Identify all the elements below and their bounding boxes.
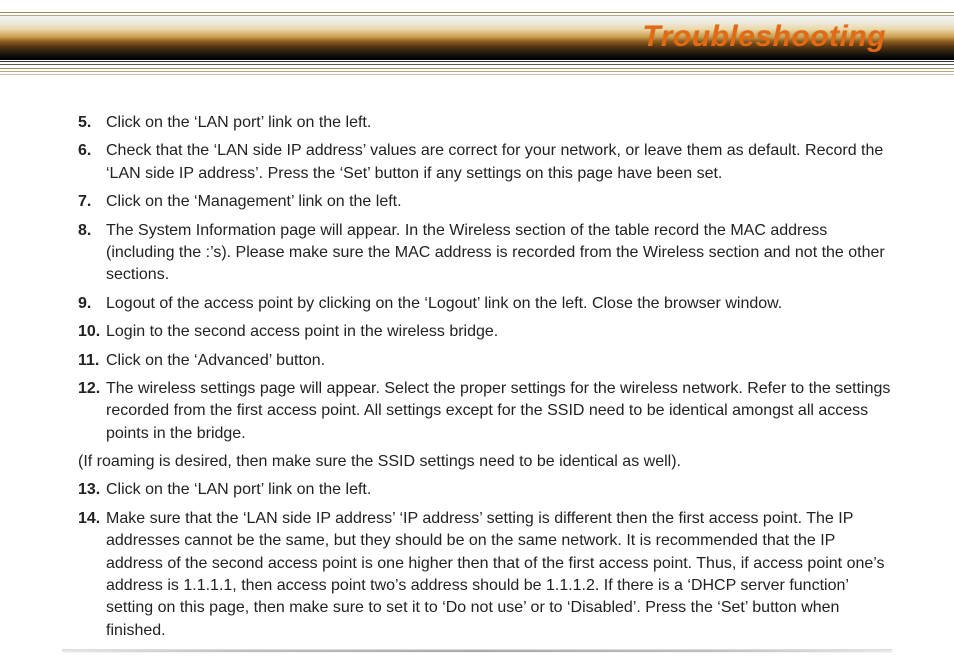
page: Troubleshooting 5. Click on the ‘LAN por… [0,0,954,661]
list-item: 8. The System Information page will appe… [78,220,892,287]
item-text: Login to the second access point in the … [106,323,498,340]
item-number: 10. [78,321,100,343]
section-title: Troubleshooting [642,20,886,54]
item-number: 13. [78,479,100,501]
item-text: The System Information page will appear.… [106,222,885,284]
list-item: 12. The wireless settings page will appe… [78,378,892,445]
item-number: 12. [78,378,100,400]
header-rule [0,68,954,69]
item-number: 6. [78,140,91,162]
item-text: The wireless settings page will appear. … [106,380,890,442]
header-rule [0,74,954,75]
list-item: 10. Login to the second access point in … [78,321,892,343]
list-item: 13. Click on the ‘LAN port’ link on the … [78,479,892,501]
note-text: (If roaming is desired, then make sure t… [78,451,892,473]
header-rule [0,71,954,72]
item-text: Click on the ‘LAN port’ link on the left… [106,114,371,131]
item-text: Click on the ‘Management’ link on the le… [106,193,402,210]
item-number: 14. [78,508,100,530]
header-rule [0,61,954,62]
list-item: 14. Make sure that the ‘LAN side IP addr… [78,508,892,642]
item-text: Logout of the access point by clicking o… [106,295,782,312]
item-text: Check that the ‘LAN side IP address’ val… [106,142,883,181]
list-item: 11. Click on the ‘Advanced’ button. [78,350,892,372]
item-text: Click on the ‘LAN port’ link on the left… [106,481,371,498]
item-number: 11. [78,350,99,372]
list-item: 7. Click on the ‘Management’ link on the… [78,191,892,213]
item-text: Click on the ‘Advanced’ button. [106,352,325,369]
item-number: 7. [78,191,91,213]
body-text: 5. Click on the ‘LAN port’ link on the l… [0,76,954,648]
list-item: 6. Check that the ‘LAN side IP address’ … [78,140,892,185]
list-item: 9. Logout of the access point by clickin… [78,293,892,315]
page-header: Troubleshooting [0,0,954,76]
footer-rule [62,650,892,652]
list-item: 5. Click on the ‘LAN port’ link on the l… [78,112,892,134]
header-rule [0,12,954,13]
header-rule [0,64,954,65]
item-text: Make sure that the ‘LAN side IP address’… [106,510,885,639]
item-number: 8. [78,220,91,242]
page-footer: 81 [0,648,954,661]
item-number: 5. [78,112,91,134]
item-number: 9. [78,293,91,315]
